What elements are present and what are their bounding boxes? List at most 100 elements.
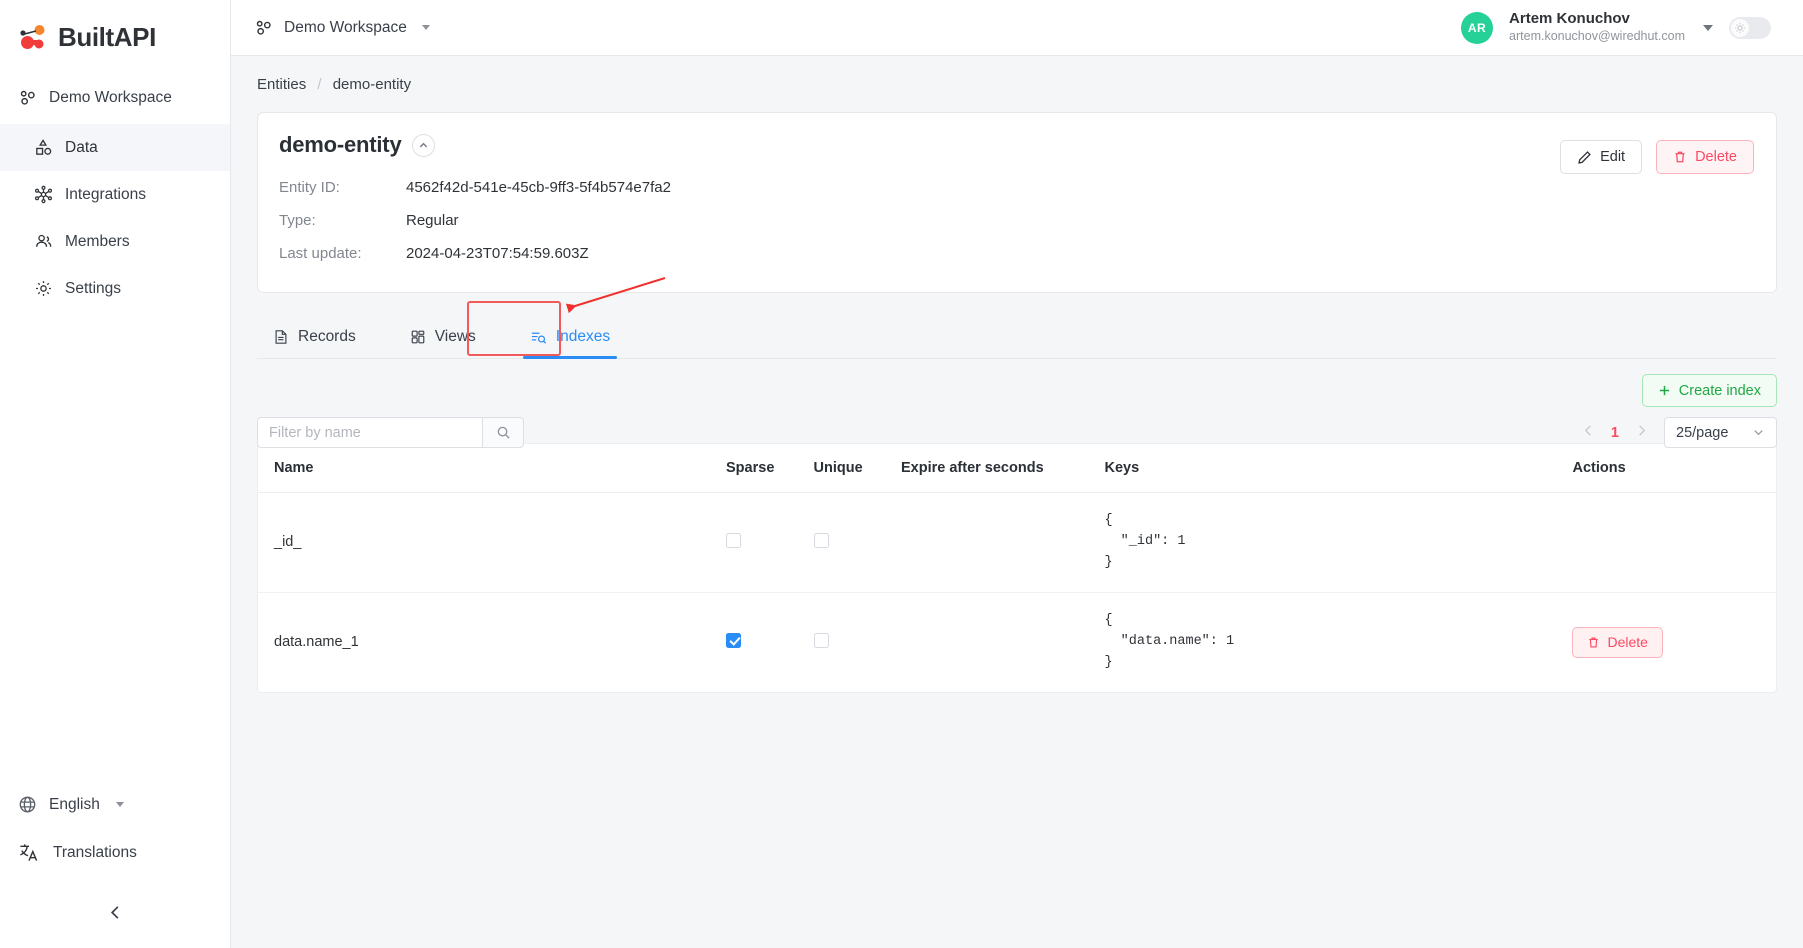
tab-records-label: Records bbox=[298, 328, 356, 345]
sidebar-item-translations[interactable]: Translations bbox=[0, 828, 230, 877]
chevron-right-icon bbox=[1639, 425, 1646, 436]
pagination-prev-button[interactable] bbox=[1580, 424, 1597, 441]
entity-meta-row: Entity ID: 4562f42d-541e-45cb-9ff3-5f4b5… bbox=[279, 171, 1754, 204]
column-header-keys: Keys bbox=[1104, 444, 1573, 493]
main-area: Demo Workspace AR Artem Konuchov artem.k… bbox=[231, 0, 1803, 948]
trash-icon bbox=[1673, 150, 1687, 164]
search-input[interactable] bbox=[257, 417, 482, 448]
keys-json: { "_id": 1 } bbox=[1104, 513, 1186, 570]
grid-icon bbox=[410, 329, 426, 345]
sparse-checkbox[interactable] bbox=[726, 632, 742, 648]
delete-index-label: Delete bbox=[1607, 634, 1648, 651]
page-title: demo-entity bbox=[279, 132, 402, 157]
topbar-workspace-selector[interactable]: Demo Workspace bbox=[254, 18, 430, 37]
gear-icon bbox=[34, 279, 53, 298]
sidebar-nav: Data Integrations Members Settings bbox=[0, 124, 230, 312]
entity-meta-row: Last update: 2024-04-23T07:54:59.603Z bbox=[279, 237, 1754, 270]
sidebar: BuiltAPI Demo Workspace Data Integration… bbox=[0, 0, 231, 948]
entity-type-value: Regular bbox=[406, 212, 459, 229]
entity-tabs: Records Views Indexes bbox=[257, 277, 1777, 359]
tab-views[interactable]: Views bbox=[394, 318, 492, 358]
user-name: Artem Konuchov bbox=[1509, 10, 1630, 28]
theme-toggle[interactable] bbox=[1729, 16, 1771, 39]
cell-expire-after-seconds bbox=[901, 592, 1104, 691]
breadcrumb-separator: / bbox=[317, 76, 322, 93]
cell-keys: { "data.name": 1 } bbox=[1104, 592, 1572, 691]
trash-icon bbox=[1587, 636, 1600, 649]
breadcrumb-current: demo-entity bbox=[332, 76, 412, 93]
sparse-checkbox[interactable] bbox=[726, 532, 742, 548]
keys-json: { "data.name": 1 } bbox=[1104, 612, 1235, 670]
content-area: Entities / demo-entity demo-entity Edit … bbox=[231, 56, 1803, 948]
brand-name: BuiltAPI bbox=[58, 22, 156, 52]
cell-keys: { "_id": 1 } bbox=[1104, 492, 1573, 593]
theme-toggle-knob bbox=[1731, 18, 1749, 37]
create-index-wrap: Create index bbox=[257, 359, 1777, 407]
page-size-select[interactable]: 25/page bbox=[1664, 417, 1777, 448]
sidebar-item-integrations[interactable]: Integrations bbox=[0, 171, 230, 218]
sidebar-workspace[interactable]: Demo Workspace bbox=[0, 75, 230, 120]
table-row: _id_ { "_id": 1 } bbox=[258, 492, 1776, 593]
breadcrumb-root[interactable]: Entities bbox=[257, 76, 306, 93]
delete-entity-button-label: Delete bbox=[1695, 149, 1737, 165]
translate-icon bbox=[18, 842, 39, 863]
delete-entity-button[interactable]: Delete bbox=[1656, 140, 1754, 174]
sidebar-item-settings[interactable]: Settings bbox=[0, 265, 230, 312]
entity-id-value: 4562f42d-541e-45cb-9ff3-5f4b574e7fa2 bbox=[406, 179, 671, 196]
tab-views-label: Views bbox=[434, 328, 476, 345]
cell-sparse bbox=[726, 592, 813, 691]
integrations-network-icon bbox=[34, 185, 53, 204]
create-index-label: Create index bbox=[1678, 382, 1761, 399]
avatar[interactable]: AR bbox=[1461, 11, 1494, 44]
cell-sparse bbox=[726, 492, 814, 593]
entity-card-header: demo-entity bbox=[279, 132, 1754, 158]
chevron-left-icon bbox=[106, 903, 125, 922]
sidebar-item-label: Settings bbox=[65, 279, 122, 297]
topbar: Demo Workspace AR Artem Konuchov artem.k… bbox=[231, 0, 1803, 56]
tab-records[interactable]: Records bbox=[257, 318, 372, 358]
workspace-dots-icon bbox=[18, 88, 37, 107]
entity-type-label: Type: bbox=[279, 212, 316, 229]
sidebar-item-data[interactable]: Data bbox=[0, 124, 230, 171]
brand-logo[interactable]: BuiltAPI bbox=[0, 0, 230, 75]
table-body: _id_ { "_id": 1 } data.name_1 {"data.na… bbox=[258, 492, 1776, 692]
entity-card-actions: Edit Delete bbox=[1560, 140, 1754, 174]
entity-card-collapse-button[interactable] bbox=[412, 133, 436, 157]
pagination-next-button[interactable] bbox=[1633, 424, 1650, 441]
topbar-right: AR Artem Konuchov artem.konuchov@wiredhu… bbox=[1461, 10, 1785, 44]
shapes-icon bbox=[34, 138, 53, 157]
topbar-workspace-label: Demo Workspace bbox=[284, 18, 407, 36]
unique-checkbox[interactable] bbox=[813, 632, 829, 648]
chevron-up-icon bbox=[420, 142, 428, 147]
document-icon bbox=[273, 329, 289, 345]
table-header: Name Sparse Unique Expire after seconds … bbox=[258, 444, 1776, 493]
user-info[interactable]: Artem Konuchov artem.konuchov@wiredhut.c… bbox=[1509, 10, 1685, 44]
column-header-expire: Expire after seconds bbox=[900, 444, 1105, 493]
pagination: 1 25/page bbox=[1580, 417, 1777, 448]
indexes-table: Name Sparse Unique Expire after seconds … bbox=[258, 444, 1776, 692]
language-selector[interactable]: English bbox=[0, 781, 230, 828]
search-button[interactable] bbox=[482, 417, 524, 448]
filter-and-pagination-row: 1 25/page bbox=[257, 417, 1777, 448]
column-header-sparse: Sparse bbox=[726, 444, 814, 493]
cell-index-name: _id_ bbox=[258, 492, 727, 593]
pagination-page-1[interactable]: 1 bbox=[1611, 425, 1619, 441]
chevron-down-icon bbox=[1754, 430, 1763, 436]
edit-button[interactable]: Edit bbox=[1560, 140, 1643, 174]
globe-icon bbox=[18, 795, 37, 814]
annotation-arrow bbox=[565, 277, 666, 314]
members-people-icon bbox=[34, 232, 53, 251]
app-root: BuiltAPI Demo Workspace Data Integration… bbox=[0, 0, 1803, 948]
user-menu-chevron-down-icon[interactable] bbox=[1703, 24, 1713, 31]
delete-index-button[interactable]: Delete bbox=[1572, 626, 1663, 658]
unique-checkbox[interactable] bbox=[813, 532, 829, 548]
plus-icon bbox=[1658, 384, 1671, 397]
sidebar-item-label: Data bbox=[65, 138, 98, 156]
create-index-button[interactable]: Create index bbox=[1641, 374, 1777, 407]
filter-search-group bbox=[257, 417, 524, 448]
entity-id-label: Entity ID: bbox=[279, 179, 340, 196]
sidebar-collapse-button[interactable] bbox=[0, 877, 230, 932]
sidebar-item-members[interactable]: Members bbox=[0, 218, 230, 265]
chevron-down-icon bbox=[115, 802, 124, 807]
page-size-value: 25/page bbox=[1676, 424, 1729, 441]
